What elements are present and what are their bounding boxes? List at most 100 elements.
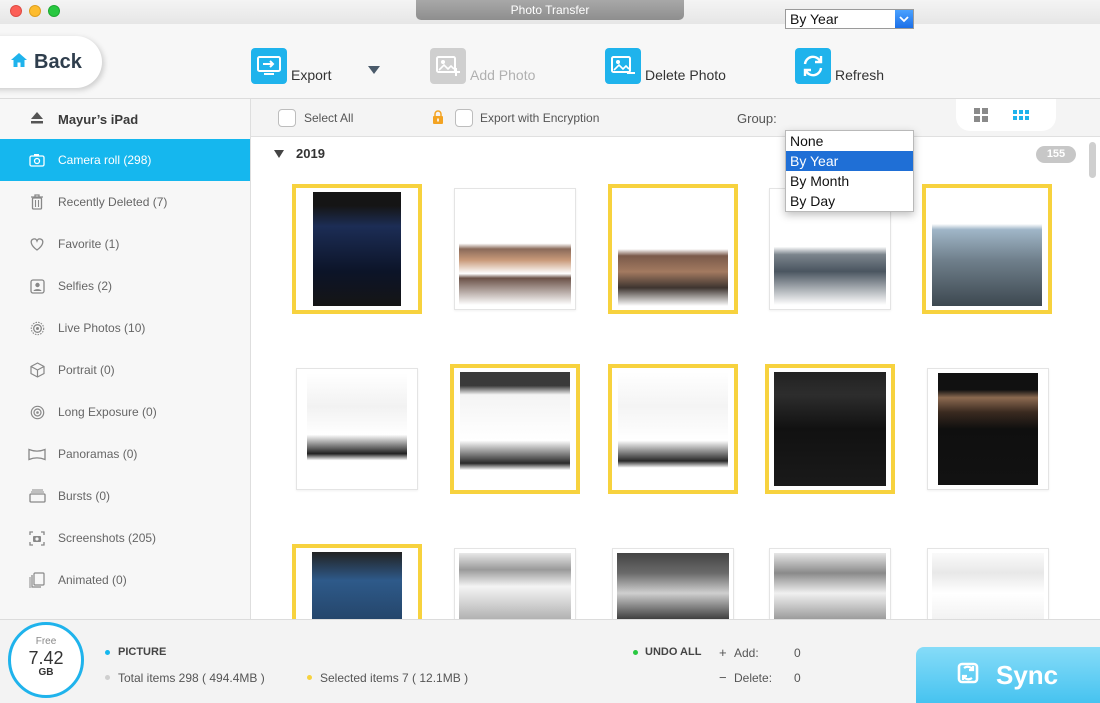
export-encryption-checkbox[interactable] [455, 109, 473, 127]
photo-image [313, 192, 401, 306]
sidebar-item-selfies[interactable]: Selfies (2) [0, 265, 250, 307]
group-select[interactable]: By Year [785, 9, 914, 29]
select-all-checkbox[interactable] [278, 109, 296, 127]
sidebar-item-label: Recently Deleted (7) [58, 195, 168, 209]
refresh-button[interactable]: Refresh [795, 44, 884, 84]
year-group-header[interactable]: 2019 [274, 146, 325, 161]
device-name: Mayur’s iPad [58, 111, 139, 127]
sidebar-item-label: Panoramas (0) [58, 447, 138, 461]
view-toggle [956, 99, 1056, 131]
back-label: Back [34, 50, 82, 73]
delete-photo-icon [605, 48, 641, 84]
sync-label: Sync [996, 659, 1059, 690]
photo-thumbnail[interactable] [454, 548, 576, 620]
photo-image [307, 373, 407, 485]
sidebar-item-label: Long Exposure (0) [58, 405, 157, 419]
sidebar-item-label: Selfies (2) [58, 279, 113, 293]
sidebar-item-long-exposure[interactable]: Long Exposure (0) [0, 391, 250, 433]
sidebar-item-screenshots[interactable]: Screenshots (205) [0, 517, 250, 559]
sidebar-item-recently-deleted[interactable]: Recently Deleted (7) [0, 181, 250, 223]
animated-icon [28, 572, 46, 588]
storage-unit: GB [38, 667, 54, 678]
sidebar-item-label: Bursts (0) [58, 489, 111, 503]
photo-thumbnail[interactable] [292, 544, 422, 623]
photo-thumbnail[interactable] [612, 548, 734, 620]
total-items: Total items 298 ( 494.4MB ) [118, 671, 265, 685]
photo-thumbnail[interactable] [292, 184, 422, 314]
device-header[interactable]: Mayur’s iPad [0, 99, 250, 139]
minimize-window-button[interactable] [29, 5, 41, 17]
sidebar-item-label: Favorite (1) [58, 237, 120, 251]
photo-thumbnail[interactable] [927, 548, 1049, 620]
close-window-button[interactable] [10, 5, 22, 17]
sidebar-item-label: Animated (0) [58, 573, 127, 587]
group-option-by-day[interactable]: By Day [786, 191, 913, 211]
sidebar-item-camera-roll[interactable]: Camera roll (298) [0, 139, 250, 181]
refresh-label: Refresh [835, 67, 885, 83]
group-label: Group: [737, 111, 777, 126]
photo-thumbnail[interactable] [922, 184, 1052, 314]
photo-image [774, 553, 886, 620]
photo-image [459, 193, 571, 305]
delete-photo-button[interactable]: Delete Photo [605, 44, 726, 84]
small-grid-view-icon[interactable] [1013, 107, 1029, 123]
export-options-caret-icon[interactable] [368, 66, 380, 74]
back-button[interactable]: Back [0, 36, 102, 88]
zoom-window-button[interactable] [48, 5, 60, 17]
storage-gauge: Free 7.42 GB [8, 622, 84, 698]
photo-thumbnail[interactable] [608, 184, 738, 314]
add-label: Add: [734, 646, 759, 660]
add-photo-button[interactable]: Add Photo [430, 44, 535, 84]
sidebar-item-favorite[interactable]: Favorite (1) [0, 223, 250, 265]
sidebar: Mayur’s iPad Camera roll (298) Recently D… [0, 99, 251, 619]
group-option-by-month[interactable]: By Month [786, 171, 913, 191]
add-photo-label: Add Photo [470, 67, 536, 83]
group-select-value: By Year [790, 11, 839, 27]
photo-thumbnail[interactable] [927, 368, 1049, 490]
selected-items: Selected items 7 ( 12.1MB ) [320, 671, 469, 685]
cube-icon [28, 362, 46, 378]
sidebar-list: Camera roll (298) Recently Deleted (7) Fav… [0, 139, 250, 601]
undo-all-button[interactable]: UNDO ALL [645, 646, 701, 658]
sync-icon [956, 658, 982, 693]
long-exposure-icon [28, 405, 46, 420]
group-option-none[interactable]: None [786, 131, 913, 151]
large-grid-view-icon[interactable] [973, 107, 989, 123]
export-icon [251, 48, 287, 84]
group-option-by-year[interactable]: By Year [786, 151, 913, 171]
screenshot-icon [28, 530, 46, 546]
sidebar-item-label: Live Photos (10) [58, 321, 146, 335]
photo-image [938, 373, 1038, 485]
toolbar: Back Export Add Photo Delete Photo Refre… [0, 24, 1100, 99]
add-count: 0 [794, 646, 801, 660]
photo-thumbnail[interactable] [608, 364, 738, 494]
sidebar-item-live-photos[interactable]: Live Photos (10) [0, 307, 250, 349]
picture-label: PICTURE [118, 646, 167, 658]
sidebar-item-portrait[interactable]: Portrait (0) [0, 349, 250, 391]
group-dropdown-menu: None By Year By Month By Day [785, 130, 914, 212]
sidebar-item-animated[interactable]: Animated (0) [0, 559, 250, 601]
photo-thumbnail[interactable] [454, 188, 576, 310]
storage-free-label: Free [35, 636, 57, 647]
plus-icon: + [719, 645, 727, 660]
export-button[interactable]: Export [251, 44, 331, 84]
photo-image [617, 553, 729, 620]
photo-thumbnail[interactable] [296, 368, 418, 490]
home-icon [10, 51, 28, 74]
heart-icon [28, 237, 46, 251]
photo-image [932, 192, 1042, 306]
photo-thumbnail[interactable] [769, 548, 891, 620]
photo-image [460, 372, 570, 486]
photo-thumbnail[interactable] [450, 364, 580, 494]
sidebar-item-panoramas[interactable]: Panoramas (0) [0, 433, 250, 475]
panorama-icon [28, 448, 46, 461]
minus-icon: − [719, 670, 727, 685]
sync-button[interactable]: Sync [916, 647, 1100, 703]
total-dot-icon [105, 675, 110, 680]
export-label: Export [291, 67, 332, 83]
trash-icon [28, 194, 46, 210]
sidebar-item-bursts[interactable]: Bursts (0) [0, 475, 250, 517]
refresh-icon [795, 48, 831, 84]
photo-thumbnail[interactable] [765, 364, 895, 494]
scrollbar[interactable] [1089, 142, 1096, 178]
